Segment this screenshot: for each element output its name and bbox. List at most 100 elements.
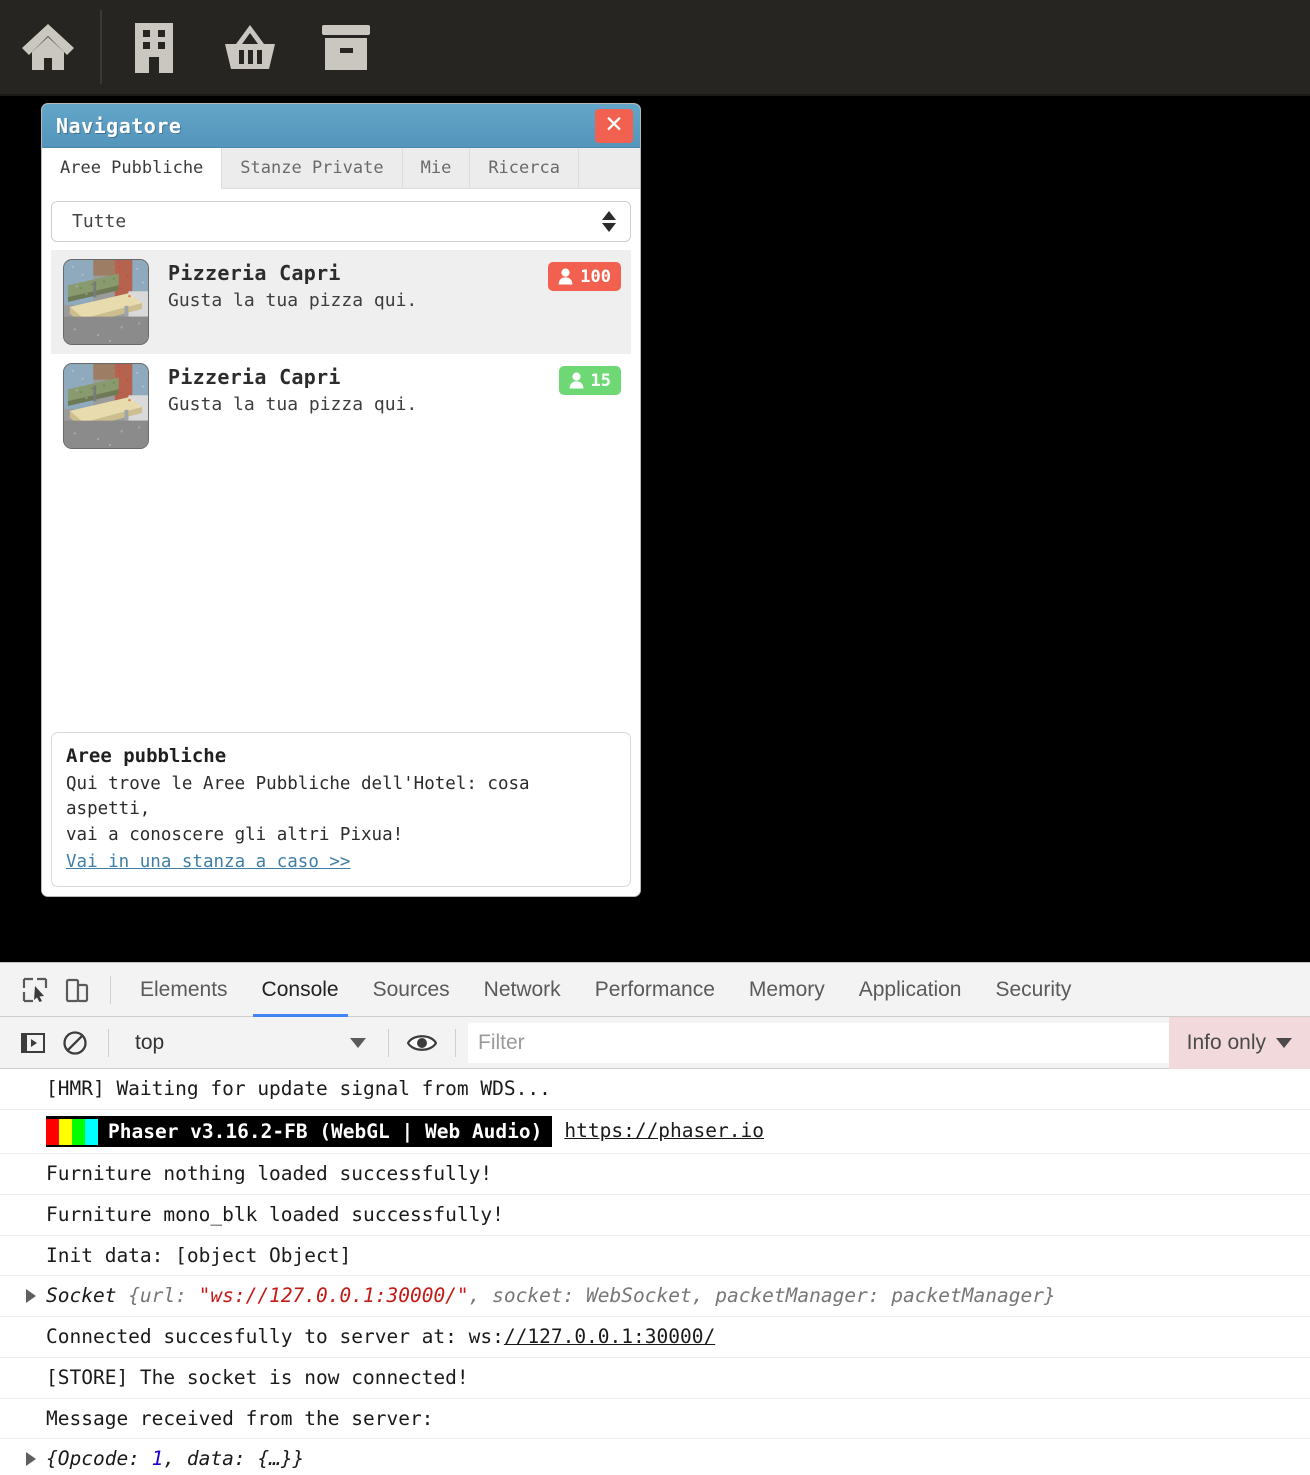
live-expression-eye-icon[interactable] bbox=[401, 1022, 443, 1064]
nav-home-button[interactable] bbox=[0, 0, 96, 95]
room-user-count-badge: 15 bbox=[558, 366, 621, 395]
room-description: Gusta la tua pizza qui. bbox=[168, 290, 418, 311]
console-message[interactable]: Furniture nothing loaded successfully! bbox=[0, 1154, 1310, 1196]
info-text-line2: vai a conoscere gli altri Pixua! bbox=[66, 824, 404, 845]
console-message[interactable]: Init data: [object Object] bbox=[0, 1236, 1310, 1277]
object-prop-url-key: {url: bbox=[128, 1284, 199, 1308]
console-message-text: Furniture nothing loaded successfully! bbox=[46, 1162, 493, 1186]
room-list[interactable]: Pizzeria Capri Gusta la tua pizza qui. 1… bbox=[51, 250, 631, 725]
expand-triangle-icon[interactable] bbox=[26, 1452, 36, 1467]
object-preview-start: {Opcode: bbox=[46, 1447, 152, 1471]
device-toolbar-icon[interactable] bbox=[56, 969, 98, 1011]
toolbar-divider bbox=[110, 975, 111, 1004]
tab-console[interactable]: Console bbox=[245, 963, 356, 1017]
tab-mie[interactable]: Mie bbox=[403, 148, 471, 188]
console-message-object[interactable]: Socket {url: "ws://127.0.0.1:30000/", so… bbox=[0, 1276, 1310, 1318]
console-message-text: [STORE] The socket is now connected! bbox=[46, 1365, 469, 1389]
tab-sources[interactable]: Sources bbox=[356, 963, 467, 1017]
room-list-item[interactable]: Pizzeria Capri Gusta la tua pizza qui. 1… bbox=[51, 354, 631, 458]
room-info: Pizzeria Capri Gusta la tua pizza qui. bbox=[149, 259, 548, 311]
user-icon bbox=[569, 372, 583, 389]
devtools-panel: Elements Console Sources Network Perform… bbox=[0, 962, 1310, 1475]
console-message[interactable]: Phaser v3.16.2-FB (WebGL | Web Audio) ht… bbox=[0, 1110, 1310, 1155]
game-canvas: Navigatore ✕ Aree Pubbliche Stanze Priva… bbox=[0, 0, 1310, 962]
info-title: Aree pubbliche bbox=[66, 744, 227, 767]
chevron-down-icon bbox=[350, 1037, 366, 1048]
room-user-count: 15 bbox=[590, 370, 611, 391]
console-sidebar-icon[interactable] bbox=[12, 1022, 54, 1064]
console-message-list[interactable]: [HMR] Waiting for update signal from WDS… bbox=[0, 1069, 1310, 1475]
tab-ricerca[interactable]: Ricerca bbox=[470, 148, 579, 188]
console-message[interactable]: [HMR] Waiting for update signal from WDS… bbox=[0, 1069, 1310, 1110]
room-name: Pizzeria Capri bbox=[168, 261, 341, 285]
clear-console-icon[interactable] bbox=[54, 1022, 96, 1064]
room-description: Gusta la tua pizza qui. bbox=[168, 394, 418, 415]
object-prop-opcode-value: 1 bbox=[151, 1447, 164, 1471]
tab-network[interactable]: Network bbox=[467, 963, 578, 1017]
room-category-select[interactable]: Tutte bbox=[51, 201, 631, 242]
navigator-window: Navigatore ✕ Aree Pubbliche Stanze Priva… bbox=[41, 103, 641, 897]
console-message[interactable]: Connected succesfully to server at: ws:/… bbox=[0, 1317, 1310, 1358]
navigator-tabs: Aree Pubbliche Stanze Private Mie Ricerc… bbox=[42, 148, 640, 189]
console-message[interactable]: [STORE] The socket is now connected! bbox=[0, 1358, 1310, 1399]
home-icon bbox=[20, 22, 76, 72]
toolbar-divider bbox=[388, 1028, 389, 1057]
room-thumbnail bbox=[63, 363, 149, 449]
console-filter-input[interactable] bbox=[468, 1022, 1169, 1063]
phaser-color-bars-icon bbox=[46, 1118, 98, 1145]
room-name: Pizzeria Capri bbox=[168, 365, 341, 389]
inventory-box-icon bbox=[320, 22, 372, 72]
room-thumbnail bbox=[63, 259, 149, 345]
phaser-io-link[interactable]: https://phaser.io bbox=[564, 1119, 764, 1142]
console-context-selector[interactable]: top bbox=[121, 1025, 376, 1061]
phaser-version-text: Phaser v3.16.2-FB (WebGL | Web Audio) bbox=[108, 1119, 543, 1143]
top-toolbar bbox=[0, 0, 1310, 96]
toolbar-divider bbox=[100, 10, 102, 84]
navigator-title: Navigatore bbox=[56, 113, 182, 138]
tab-memory[interactable]: Memory bbox=[732, 963, 842, 1017]
object-prop-url-value: "ws://127.0.0.1:30000/" bbox=[198, 1284, 469, 1308]
info-text-line1: Qui trove le Aree Pubbliche dell'Hotel: … bbox=[66, 773, 530, 820]
toolbar-group-primary bbox=[0, 0, 394, 94]
console-message-text: Connected succesfully to server at: ws: bbox=[46, 1325, 504, 1349]
chevron-down-icon bbox=[1276, 1037, 1292, 1048]
console-message-object[interactable]: {Opcode: 1, data: {…}} bbox=[0, 1439, 1310, 1475]
room-user-count-badge: 100 bbox=[548, 262, 621, 291]
room-list-item[interactable]: Pizzeria Capri Gusta la tua pizza qui. 1… bbox=[51, 250, 631, 354]
console-context-value: top bbox=[135, 1030, 165, 1054]
console-log-level-value: Info only bbox=[1186, 1030, 1266, 1054]
nav-hotel-button[interactable] bbox=[106, 0, 202, 95]
console-filter-bar: top Info only bbox=[0, 1016, 1310, 1069]
console-message[interactable]: Message received from the server: bbox=[0, 1399, 1310, 1440]
tabs-filler bbox=[579, 148, 640, 188]
console-message-text: Furniture mono_blk loaded successfully! bbox=[46, 1203, 504, 1227]
inspect-element-icon[interactable] bbox=[14, 969, 56, 1011]
navigator-info-box: Aree pubbliche Qui trove le Aree Pubblic… bbox=[51, 731, 631, 887]
console-log-level-selector[interactable]: Info only bbox=[1168, 1016, 1310, 1069]
tab-elements[interactable]: Elements bbox=[123, 963, 245, 1017]
tab-aree-pubbliche[interactable]: Aree Pubbliche bbox=[42, 148, 223, 189]
tab-security[interactable]: Security bbox=[978, 963, 1088, 1017]
close-icon[interactable]: ✕ bbox=[595, 108, 633, 143]
room-category-select-value: Tutte bbox=[72, 211, 127, 232]
tab-application[interactable]: Application bbox=[842, 963, 979, 1017]
tab-stanze-private[interactable]: Stanze Private bbox=[222, 148, 403, 188]
console-message-text: [HMR] Waiting for update signal from WDS… bbox=[46, 1077, 551, 1100]
nav-inventory-button[interactable] bbox=[298, 0, 394, 95]
user-icon bbox=[558, 268, 573, 285]
socket-url-link[interactable]: //127.0.0.1:30000/ bbox=[504, 1325, 715, 1348]
chevron-updown-icon bbox=[602, 211, 616, 232]
navigator-titlebar: Navigatore ✕ bbox=[42, 104, 640, 148]
expand-triangle-icon[interactable] bbox=[26, 1289, 36, 1304]
console-message[interactable]: Furniture mono_blk loaded successfully! bbox=[0, 1195, 1310, 1236]
devtools-tabbar: Elements Console Sources Network Perform… bbox=[0, 963, 1310, 1017]
navigator-body: Tutte Pizzeria Capri Gusta la tua pizza … bbox=[42, 189, 640, 896]
random-room-link[interactable]: Vai in una stanza a caso >> bbox=[66, 852, 350, 872]
toolbar-divider bbox=[455, 1028, 456, 1057]
object-rest: , socket: WebSocket, packetManager: pack… bbox=[468, 1284, 1056, 1308]
tab-performance[interactable]: Performance bbox=[578, 963, 732, 1017]
nav-shop-button[interactable] bbox=[202, 0, 298, 95]
phaser-version-badge: Phaser v3.16.2-FB (WebGL | Web Audio) bbox=[46, 1115, 553, 1148]
hotel-icon bbox=[131, 21, 177, 73]
object-class-name: Socket bbox=[46, 1284, 129, 1308]
